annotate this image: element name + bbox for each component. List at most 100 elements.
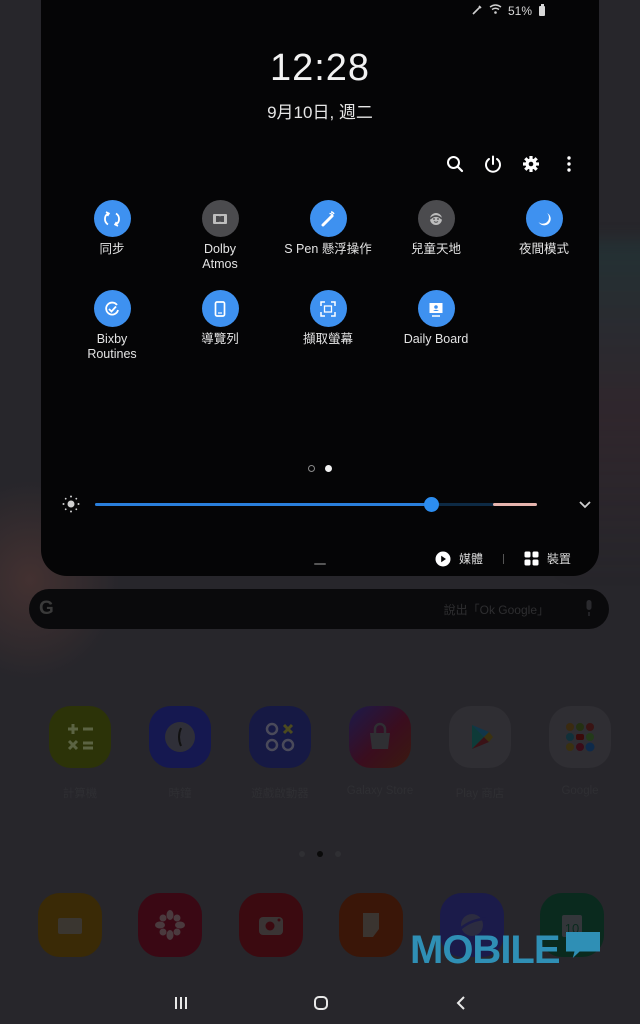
tile-label: 擷取螢幕 <box>302 332 353 346</box>
tile-label: 夜間模式 <box>518 242 569 256</box>
page-dot[interactable] <box>335 851 341 857</box>
tile-night-mode[interactable]: 夜間模式 <box>490 200 598 272</box>
power-icon <box>485 155 501 173</box>
more-options-button[interactable] <box>559 152 579 176</box>
tile-label: Daily Board <box>403 332 469 346</box>
tile-s-pen-air-action[interactable]: S Pen 懸浮操作 <box>274 200 382 272</box>
media-label: 媒體 <box>458 552 483 566</box>
tile-label: S Pen 懸浮操作 <box>284 242 372 256</box>
routines-icon <box>93 290 131 327</box>
brightness-high-zone <box>493 503 537 506</box>
recents-button[interactable] <box>170 994 192 1012</box>
wifi-icon <box>489 4 502 18</box>
devices-button[interactable]: 裝置 <box>524 550 571 567</box>
more-vertical-icon <box>567 156 571 172</box>
app-google-folder[interactable]: Google <box>530 706 630 801</box>
app-label: 時鐘 <box>168 788 192 800</box>
brightness-thumb[interactable] <box>423 497 439 512</box>
tile-sync[interactable]: 同步 <box>58 200 166 272</box>
sync-icon <box>93 200 131 237</box>
tile-label: Bixby Routines <box>87 332 137 361</box>
galaxy-store-icon <box>349 706 411 768</box>
tile-label: 兒童天地 <box>410 242 461 256</box>
brightness-slider[interactable] <box>95 497 537 512</box>
brightness-control <box>61 492 591 516</box>
tile-kids-home[interactable]: 兒童天地 <box>382 200 490 272</box>
watermark: MOBILE <box>410 928 561 972</box>
clock-icon <box>149 706 211 768</box>
media-button[interactable]: 媒體 <box>435 550 483 567</box>
date: 9月10日, 週二 <box>267 103 373 122</box>
panel-drag-handle[interactable] <box>314 563 326 565</box>
navigation-bar <box>0 982 640 1024</box>
gear-icon <box>523 156 539 172</box>
home-apps-row: 計算機 時鐘 遊戲啟動器 Galaxy Store Play 商店 Google <box>30 706 611 801</box>
search-hint: 說出「Ok Google」 <box>443 603 549 617</box>
quick-panel-page-indicator <box>41 465 599 472</box>
app-label: 遊戲啟動器 <box>251 788 309 800</box>
mic-icon[interactable] <box>585 600 593 616</box>
tile-dolby-atmos[interactable]: Dolby Atmos <box>166 200 274 272</box>
page-dot[interactable] <box>308 465 315 472</box>
app-label: 計算機 <box>62 788 98 800</box>
quick-panel-toolbar <box>445 152 579 176</box>
play-circle-icon <box>435 551 451 566</box>
app-calculator[interactable]: 計算機 <box>30 706 130 801</box>
grid-icon <box>524 551 539 566</box>
settings-button[interactable] <box>521 152 541 176</box>
calculator-icon <box>49 706 111 768</box>
google-search-bar[interactable]: G 說出「Ok Google」 <box>29 589 609 629</box>
dolby-icon <box>201 200 239 237</box>
gallery-icon[interactable] <box>138 893 203 957</box>
quick-panel: 51% 12:28 9月10日, 週二 同步 Dolby Atmos S Pen… <box>41 0 599 576</box>
daily-board-icon <box>417 290 455 327</box>
app-clock[interactable]: 時鐘 <box>130 706 230 801</box>
folder-icon[interactable] <box>38 893 102 957</box>
status-bar: 51% <box>471 3 545 19</box>
page-dot-active[interactable] <box>325 465 332 472</box>
devices-label: 裝置 <box>546 552 571 566</box>
moon-icon <box>525 200 563 237</box>
home-icon <box>314 996 328 1010</box>
home-button[interactable] <box>310 994 332 1012</box>
kids-icon <box>417 200 455 237</box>
notes-icon[interactable] <box>339 893 404 957</box>
recents-icon <box>175 997 187 1009</box>
tile-label: Dolby Atmos <box>202 242 238 271</box>
power-button[interactable] <box>483 152 503 176</box>
tile-navigation-bar[interactable]: 導覽列 <box>166 290 274 362</box>
back-button[interactable] <box>450 994 472 1012</box>
search-icon <box>447 156 464 173</box>
battery-icon <box>539 4 545 16</box>
app-game-launcher[interactable]: 遊戲啟動器 <box>230 706 330 801</box>
tile-screenshot[interactable]: 擷取螢幕 <box>274 290 382 362</box>
s-pen-icon <box>471 4 483 19</box>
camera-icon[interactable] <box>238 893 303 957</box>
game-launcher-icon <box>249 706 311 768</box>
tile-daily-board[interactable]: Daily Board <box>382 290 490 362</box>
chevron-down-icon[interactable] <box>577 496 593 512</box>
tile-bixby-routines[interactable]: Bixby Routines <box>58 290 166 362</box>
back-icon <box>456 996 465 1010</box>
google-logo: G <box>39 598 54 619</box>
navigation-bar-icon <box>201 290 239 327</box>
clock: 12:28 <box>269 47 371 89</box>
tile-label: 導覽列 <box>201 332 239 346</box>
brightness-fill <box>95 503 431 506</box>
search-button[interactable] <box>445 152 465 176</box>
app-galaxy-store[interactable]: Galaxy Store <box>330 706 430 801</box>
app-label: Galaxy Store <box>346 785 414 797</box>
app-label: Play 商店 <box>455 788 505 800</box>
play-store-icon <box>449 706 511 768</box>
screenshot-icon <box>309 290 347 327</box>
page-dot[interactable] <box>299 851 305 857</box>
app-play-store[interactable]: Play 商店 <box>430 706 530 801</box>
s-pen-icon <box>309 200 347 237</box>
page-dot-active[interactable] <box>317 851 323 857</box>
battery-percent: 51% <box>507 4 532 18</box>
app-label: Google <box>561 785 599 797</box>
brightness-icon <box>62 495 80 513</box>
divider <box>502 553 504 564</box>
google-folder-icon <box>549 706 611 768</box>
quick-settings-grid: 同步 Dolby Atmos S Pen 懸浮操作 兒童天地 夜間模式 Bixb… <box>58 200 598 362</box>
